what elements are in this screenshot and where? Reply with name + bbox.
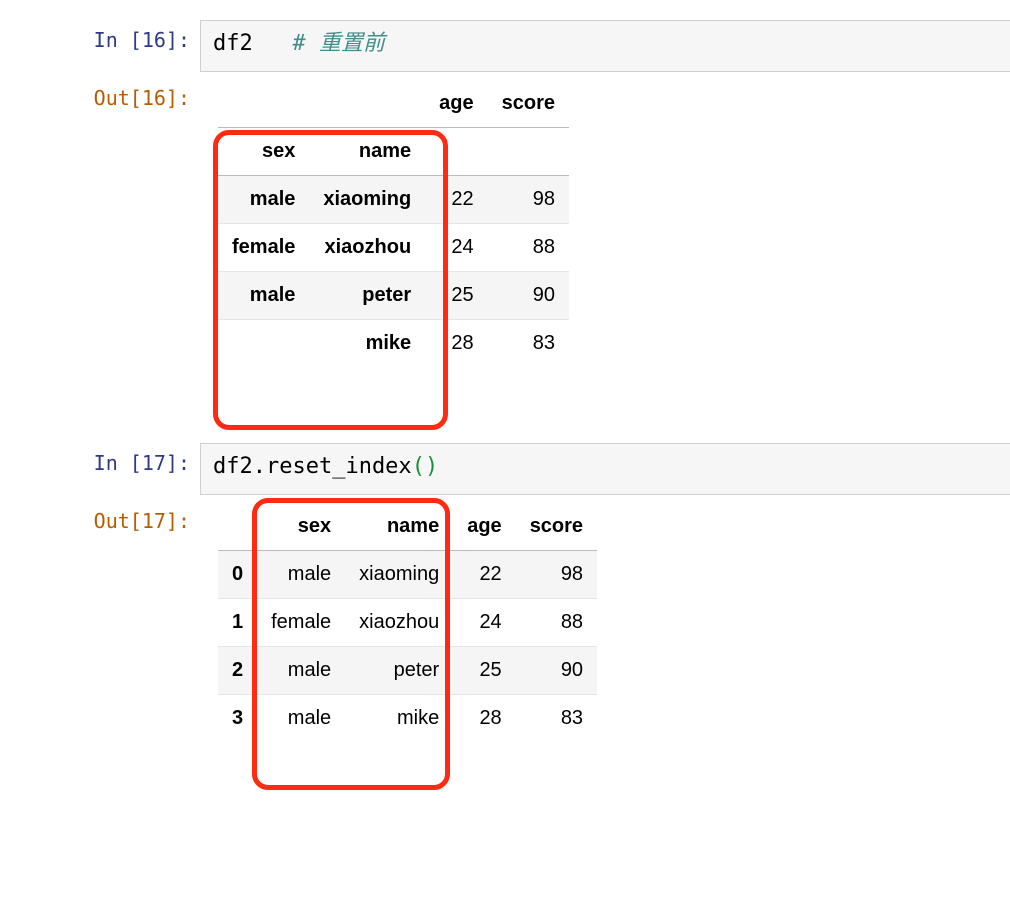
cell-age: 24 <box>425 224 487 272</box>
code-input-16[interactable]: df2 # 重置前 <box>200 20 1010 72</box>
cell-age: 24 <box>453 599 515 647</box>
dataframe-df2: age score sex name male xiaoming <box>218 80 569 367</box>
idx-name: xiaoming <box>309 176 425 224</box>
index-col-blank <box>218 503 257 551</box>
table-row: male peter 25 90 <box>218 272 569 320</box>
idx-sex <box>218 320 309 368</box>
table-row: 3 male mike 28 83 <box>218 695 597 743</box>
cell-score: 98 <box>488 176 569 224</box>
output-area-16: age score sex name male xiaoming <box>200 78 1010 397</box>
code-input-17[interactable]: df2.reset_index() <box>200 443 1010 495</box>
cell-score: 83 <box>488 320 569 368</box>
table-row: 2 male peter 25 90 <box>218 647 597 695</box>
cell-score: 88 <box>516 599 597 647</box>
cell-name: peter <box>345 647 453 695</box>
dataframe-reset: sex name age score 0 male xiaoming 22 98 <box>218 503 597 742</box>
output-area-17: sex name age score 0 male xiaoming 22 98 <box>200 501 1010 772</box>
cell-16-input: In [16]: df2 # 重置前 <box>0 20 1010 72</box>
col-age: age <box>425 80 487 128</box>
idx: 2 <box>218 647 257 695</box>
cell-age: 28 <box>453 695 515 743</box>
blank <box>425 128 487 176</box>
cell-age: 25 <box>453 647 515 695</box>
idx-sex: male <box>218 272 309 320</box>
idx-sex: male <box>218 176 309 224</box>
cell-age: 22 <box>425 176 487 224</box>
cell-age: 28 <box>425 320 487 368</box>
cell-score: 83 <box>516 695 597 743</box>
index-name-sex: sex <box>218 128 309 176</box>
cell-17-input: In [17]: df2.reset_index() <box>0 443 1010 495</box>
index-col-blank <box>218 80 309 128</box>
idx-name: xiaozhou <box>309 224 425 272</box>
cell-sex: male <box>257 647 345 695</box>
col-name: name <box>345 503 453 551</box>
cell-sex: female <box>257 599 345 647</box>
cell-name: xiaoming <box>345 551 453 599</box>
cell-name: mike <box>345 695 453 743</box>
idx: 0 <box>218 551 257 599</box>
code-comment: # 重置前 <box>293 31 386 56</box>
code-expr: df2 <box>213 31 253 56</box>
table-row: mike 28 83 <box>218 320 569 368</box>
code-paren-open: ( <box>412 454 425 479</box>
code-expr: df2.reset_index <box>213 454 412 479</box>
col-sex: sex <box>257 503 345 551</box>
cell-16-output: Out[16]: age score sex name <box>0 78 1010 397</box>
idx: 3 <box>218 695 257 743</box>
cell-17-output: Out[17]: sex name age score 0 male <box>0 501 1010 772</box>
blank <box>488 128 569 176</box>
idx-sex: female <box>218 224 309 272</box>
idx: 1 <box>218 599 257 647</box>
col-score: score <box>488 80 569 128</box>
cell-age: 22 <box>453 551 515 599</box>
cell-name: xiaozhou <box>345 599 453 647</box>
input-prompt-17: In [17]: <box>0 443 200 475</box>
col-age: age <box>453 503 515 551</box>
cell-sex: male <box>257 551 345 599</box>
index-name-name: name <box>309 128 425 176</box>
cell-score: 88 <box>488 224 569 272</box>
input-prompt-16: In [16]: <box>0 20 200 52</box>
table-row: 1 female xiaozhou 24 88 <box>218 599 597 647</box>
output-prompt-16: Out[16]: <box>0 78 200 110</box>
col-score: score <box>516 503 597 551</box>
cell-score: 90 <box>488 272 569 320</box>
cell-score: 90 <box>516 647 597 695</box>
cell-age: 25 <box>425 272 487 320</box>
table-row: female xiaozhou 24 88 <box>218 224 569 272</box>
idx-name: peter <box>309 272 425 320</box>
code-paren-close: ) <box>425 454 438 479</box>
cell-score: 98 <box>516 551 597 599</box>
table-row: male xiaoming 22 98 <box>218 176 569 224</box>
idx-name: mike <box>309 320 425 368</box>
index-col-blank <box>309 80 425 128</box>
table-row: 0 male xiaoming 22 98 <box>218 551 597 599</box>
notebook: In [16]: df2 # 重置前 Out[16]: age score se… <box>0 0 1010 818</box>
cell-sex: male <box>257 695 345 743</box>
output-prompt-17: Out[17]: <box>0 501 200 533</box>
